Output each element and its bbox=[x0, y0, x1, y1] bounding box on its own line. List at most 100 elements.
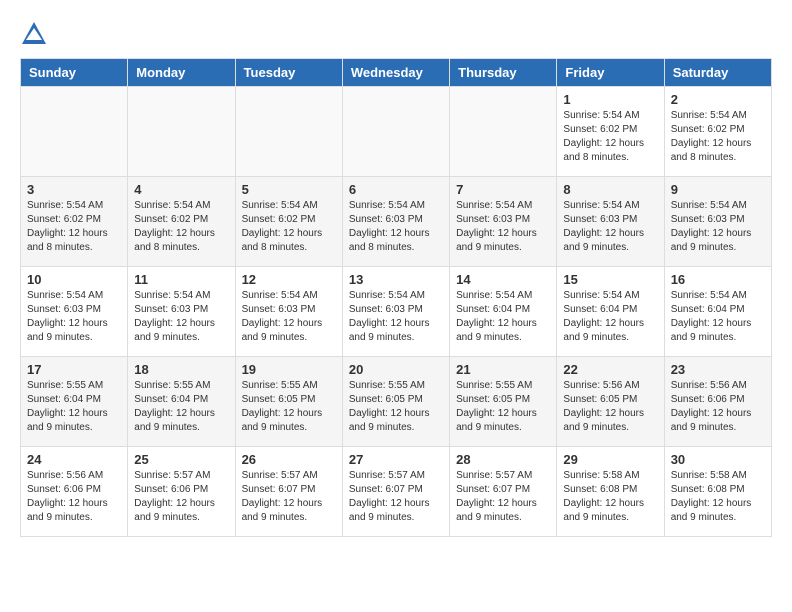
day-number: 3 bbox=[27, 182, 121, 197]
calendar-cell bbox=[450, 87, 557, 177]
cell-info: Sunrise: 5:55 AM Sunset: 6:05 PM Dayligh… bbox=[242, 379, 336, 435]
weekday-header: Sunday bbox=[21, 59, 128, 87]
calendar-cell: 5 Sunrise: 5:54 AM Sunset: 6:02 PM Daylig… bbox=[235, 177, 342, 267]
cell-info: Sunrise: 5:55 AM Sunset: 6:04 PM Dayligh… bbox=[134, 379, 228, 435]
calendar-cell: 10 Sunrise: 5:54 AM Sunset: 6:03 PM Dayli… bbox=[21, 267, 128, 357]
weekday-header: Friday bbox=[557, 59, 664, 87]
day-number: 8 bbox=[563, 182, 657, 197]
day-number: 14 bbox=[456, 272, 550, 287]
day-number: 10 bbox=[27, 272, 121, 287]
cell-info: Sunrise: 5:57 AM Sunset: 6:07 PM Dayligh… bbox=[242, 469, 336, 525]
calendar-cell: 7 Sunrise: 5:54 AM Sunset: 6:03 PM Daylig… bbox=[450, 177, 557, 267]
cell-info: Sunrise: 5:57 AM Sunset: 6:07 PM Dayligh… bbox=[456, 469, 550, 525]
day-number: 9 bbox=[671, 182, 765, 197]
cell-info: Sunrise: 5:54 AM Sunset: 6:04 PM Dayligh… bbox=[563, 289, 657, 345]
cell-info: Sunrise: 5:54 AM Sunset: 6:04 PM Dayligh… bbox=[456, 289, 550, 345]
cell-info: Sunrise: 5:56 AM Sunset: 6:06 PM Dayligh… bbox=[27, 469, 121, 525]
cell-info: Sunrise: 5:56 AM Sunset: 6:05 PM Dayligh… bbox=[563, 379, 657, 435]
day-number: 22 bbox=[563, 362, 657, 377]
cell-info: Sunrise: 5:54 AM Sunset: 6:03 PM Dayligh… bbox=[456, 199, 550, 255]
calendar-cell: 14 Sunrise: 5:54 AM Sunset: 6:04 PM Dayli… bbox=[450, 267, 557, 357]
day-number: 24 bbox=[27, 452, 121, 467]
calendar-cell bbox=[128, 87, 235, 177]
calendar-cell: 11 Sunrise: 5:54 AM Sunset: 6:03 PM Dayli… bbox=[128, 267, 235, 357]
day-number: 2 bbox=[671, 92, 765, 107]
weekday-header: Saturday bbox=[664, 59, 771, 87]
calendar-cell: 21 Sunrise: 5:55 AM Sunset: 6:05 PM Dayli… bbox=[450, 357, 557, 447]
calendar-week-row: 3 Sunrise: 5:54 AM Sunset: 6:02 PM Daylig… bbox=[21, 177, 772, 267]
weekday-header-row: SundayMondayTuesdayWednesdayThursdayFrid… bbox=[21, 59, 772, 87]
day-number: 5 bbox=[242, 182, 336, 197]
calendar-cell: 4Sunrise: 5:54 AM Sunset: 6:02 PM Daylig… bbox=[128, 177, 235, 267]
calendar-cell: 19 Sunrise: 5:55 AM Sunset: 6:05 PM Dayli… bbox=[235, 357, 342, 447]
weekday-header: Wednesday bbox=[342, 59, 449, 87]
cell-info: Sunrise: 5:54 AM Sunset: 6:03 PM Dayligh… bbox=[349, 199, 443, 255]
calendar-cell: 13Sunrise: 5:54 AM Sunset: 6:03 PM Dayli… bbox=[342, 267, 449, 357]
cell-info: Sunrise: 5:54 AM Sunset: 6:04 PM Dayligh… bbox=[671, 289, 765, 345]
calendar-cell: 1 Sunrise: 5:54 AM Sunset: 6:02 PM Daylig… bbox=[557, 87, 664, 177]
logo bbox=[20, 20, 52, 48]
weekday-header: Thursday bbox=[450, 59, 557, 87]
day-number: 18 bbox=[134, 362, 228, 377]
day-number: 17 bbox=[27, 362, 121, 377]
calendar-week-row: 1 Sunrise: 5:54 AM Sunset: 6:02 PM Daylig… bbox=[21, 87, 772, 177]
day-number: 30 bbox=[671, 452, 765, 467]
calendar-cell: 25Sunrise: 5:57 AM Sunset: 6:06 PM Dayli… bbox=[128, 447, 235, 537]
calendar-cell: 28 Sunrise: 5:57 AM Sunset: 6:07 PM Dayli… bbox=[450, 447, 557, 537]
calendar-cell bbox=[21, 87, 128, 177]
day-number: 29 bbox=[563, 452, 657, 467]
cell-info: Sunrise: 5:54 AM Sunset: 6:02 PM Dayligh… bbox=[242, 199, 336, 255]
cell-info: Sunrise: 5:55 AM Sunset: 6:05 PM Dayligh… bbox=[456, 379, 550, 435]
calendar-cell: 3 Sunrise: 5:54 AM Sunset: 6:02 PM Daylig… bbox=[21, 177, 128, 267]
calendar-cell: 29Sunrise: 5:58 AM Sunset: 6:08 PM Dayli… bbox=[557, 447, 664, 537]
calendar-cell: 16 Sunrise: 5:54 AM Sunset: 6:04 PM Dayli… bbox=[664, 267, 771, 357]
logo-icon bbox=[20, 20, 48, 48]
calendar-cell: 15 Sunrise: 5:54 AM Sunset: 6:04 PM Dayli… bbox=[557, 267, 664, 357]
cell-info: Sunrise: 5:55 AM Sunset: 6:05 PM Dayligh… bbox=[349, 379, 443, 435]
cell-info: Sunrise: 5:54 AM Sunset: 6:03 PM Dayligh… bbox=[671, 199, 765, 255]
calendar-cell: 18 Sunrise: 5:55 AM Sunset: 6:04 PM Dayli… bbox=[128, 357, 235, 447]
calendar-cell: 17 Sunrise: 5:55 AM Sunset: 6:04 PM Dayli… bbox=[21, 357, 128, 447]
cell-info: Sunrise: 5:54 AM Sunset: 6:03 PM Dayligh… bbox=[242, 289, 336, 345]
calendar-cell: 12 Sunrise: 5:54 AM Sunset: 6:03 PM Dayli… bbox=[235, 267, 342, 357]
day-number: 27 bbox=[349, 452, 443, 467]
calendar-cell: 9 Sunrise: 5:54 AM Sunset: 6:03 PM Daylig… bbox=[664, 177, 771, 267]
calendar-week-row: 24 Sunrise: 5:56 AM Sunset: 6:06 PM Dayli… bbox=[21, 447, 772, 537]
day-number: 21 bbox=[456, 362, 550, 377]
calendar-cell: 23 Sunrise: 5:56 AM Sunset: 6:06 PM Dayli… bbox=[664, 357, 771, 447]
day-number: 16 bbox=[671, 272, 765, 287]
cell-info: Sunrise: 5:54 AM Sunset: 6:03 PM Dayligh… bbox=[134, 289, 228, 345]
calendar-cell: 20Sunrise: 5:55 AM Sunset: 6:05 PM Dayli… bbox=[342, 357, 449, 447]
calendar-cell: 6 Sunrise: 5:54 AM Sunset: 6:03 PM Daylig… bbox=[342, 177, 449, 267]
calendar-cell: 22 Sunrise: 5:56 AM Sunset: 6:05 PM Dayli… bbox=[557, 357, 664, 447]
cell-info: Sunrise: 5:54 AM Sunset: 6:02 PM Dayligh… bbox=[563, 109, 657, 165]
weekday-header: Monday bbox=[128, 59, 235, 87]
calendar-cell bbox=[235, 87, 342, 177]
day-number: 23 bbox=[671, 362, 765, 377]
cell-info: Sunrise: 5:54 AM Sunset: 6:03 PM Dayligh… bbox=[27, 289, 121, 345]
day-number: 26 bbox=[242, 452, 336, 467]
cell-info: Sunrise: 5:57 AM Sunset: 6:07 PM Dayligh… bbox=[349, 469, 443, 525]
calendar-week-row: 17 Sunrise: 5:55 AM Sunset: 6:04 PM Dayli… bbox=[21, 357, 772, 447]
weekday-header: Tuesday bbox=[235, 59, 342, 87]
calendar-cell: 2 Sunrise: 5:54 AM Sunset: 6:02 PM Daylig… bbox=[664, 87, 771, 177]
cell-info: Sunrise: 5:54 AM Sunset: 6:02 PM Dayligh… bbox=[134, 199, 228, 255]
cell-info: Sunrise: 5:56 AM Sunset: 6:06 PM Dayligh… bbox=[671, 379, 765, 435]
cell-info: Sunrise: 5:54 AM Sunset: 6:02 PM Dayligh… bbox=[27, 199, 121, 255]
day-number: 15 bbox=[563, 272, 657, 287]
day-number: 6 bbox=[349, 182, 443, 197]
day-number: 28 bbox=[456, 452, 550, 467]
cell-info: Sunrise: 5:54 AM Sunset: 6:02 PM Dayligh… bbox=[671, 109, 765, 165]
calendar-cell: 27 Sunrise: 5:57 AM Sunset: 6:07 PM Dayli… bbox=[342, 447, 449, 537]
day-number: 12 bbox=[242, 272, 336, 287]
calendar-cell: 24 Sunrise: 5:56 AM Sunset: 6:06 PM Dayli… bbox=[21, 447, 128, 537]
cell-info: Sunrise: 5:58 AM Sunset: 6:08 PM Dayligh… bbox=[671, 469, 765, 525]
day-number: 25 bbox=[134, 452, 228, 467]
day-number: 1 bbox=[563, 92, 657, 107]
day-number: 7 bbox=[456, 182, 550, 197]
day-number: 11 bbox=[134, 272, 228, 287]
cell-info: Sunrise: 5:54 AM Sunset: 6:03 PM Dayligh… bbox=[563, 199, 657, 255]
cell-info: Sunrise: 5:55 AM Sunset: 6:04 PM Dayligh… bbox=[27, 379, 121, 435]
calendar-week-row: 10 Sunrise: 5:54 AM Sunset: 6:03 PM Dayli… bbox=[21, 267, 772, 357]
day-number: 19 bbox=[242, 362, 336, 377]
